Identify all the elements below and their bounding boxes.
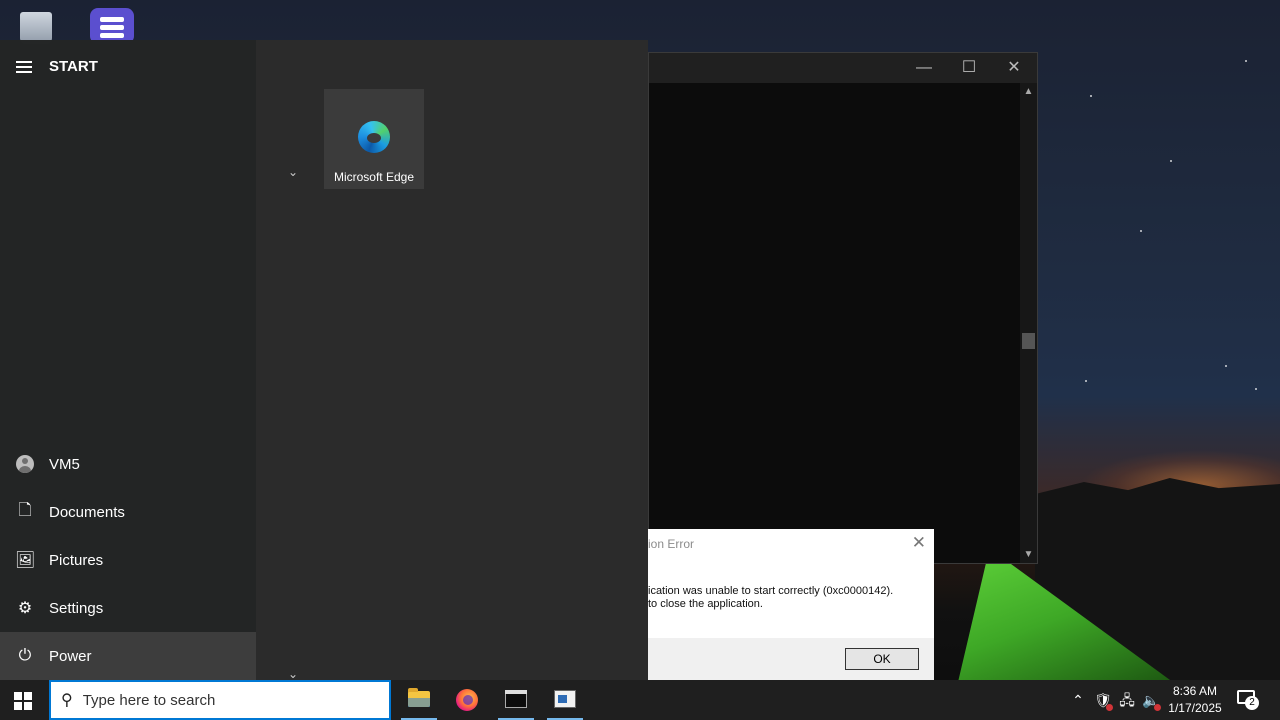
minimize-button[interactable]: — — [901, 53, 947, 83]
taskbar-terminal[interactable] — [492, 680, 540, 720]
hamburger-menu-icon[interactable] — [16, 60, 32, 73]
document-icon: 🗋 — [18, 501, 32, 519]
start-app-list — [256, 40, 648, 680]
notification-icon[interactable]: 2 — [1237, 690, 1259, 710]
star — [1085, 380, 1087, 382]
network-icon[interactable]: 🖧 — [1117, 680, 1137, 720]
windows-start-icon[interactable] — [14, 692, 32, 710]
firefox-icon — [456, 689, 478, 711]
dialog-title: ion Error — [648, 537, 695, 551]
sidebar-item-power[interactable]: ⏻ Power — [0, 632, 256, 680]
taskbar-clock[interactable]: 8:36 AM 1/17/2025 — [1162, 683, 1228, 717]
recycle-bin-icon[interactable] — [16, 6, 56, 44]
console-titlebar[interactable]: — ☐ ✕ — [649, 53, 1037, 83]
user-name: VM5 — [49, 455, 80, 473]
tile-label: Microsoft Edge — [333, 170, 415, 184]
close-button[interactable]: ✕ — [991, 53, 1037, 83]
clock-time: 8:36 AM — [1172, 684, 1218, 698]
start-menu: START VM5 🗋 Documents 🖼 Pictures ⚙ Setti… — [0, 40, 648, 681]
dialog-message-line: to close the application. — [648, 598, 763, 610]
ok-button[interactable]: OK — [845, 648, 919, 670]
star — [1090, 95, 1092, 97]
dialog-message-line: ication was unable to start correctly (0… — [648, 585, 894, 597]
volume-muted-icon[interactable]: 🔈 — [1141, 680, 1161, 720]
sidebar-item-pictures[interactable]: 🖼 Pictures — [0, 536, 256, 584]
scrollbar-thumb[interactable] — [1022, 333, 1035, 349]
star — [1255, 388, 1257, 390]
avatar — [16, 455, 34, 473]
maximize-button[interactable]: ☐ — [946, 53, 992, 83]
star — [1245, 60, 1247, 62]
console-scrollbar[interactable]: ▲ ▼ — [1020, 83, 1037, 563]
sidebar-item-label: Pictures — [49, 551, 104, 569]
sidebar-item-settings[interactable]: ⚙ Settings — [0, 584, 256, 632]
dialog-footer: OK — [648, 638, 934, 680]
sidebar-item-user[interactable]: VM5 — [0, 440, 256, 488]
console-window[interactable]: — ☐ ✕ ▲ ▼ — [648, 52, 1038, 564]
star — [1225, 365, 1227, 367]
folder-icon — [408, 688, 430, 707]
terminal-icon — [505, 690, 527, 708]
start-title: START — [49, 58, 98, 75]
taskbar-search-box[interactable]: ⚲ — [49, 680, 391, 720]
tile-microsoft-edge[interactable]: Microsoft Edge — [324, 89, 424, 189]
dialog-message: ication was unable to start correctly (0… — [648, 585, 893, 611]
gear-icon: ⚙ — [17, 600, 33, 617]
taskbar-firefox[interactable] — [443, 680, 491, 720]
clock-date: 1/17/2025 — [1168, 701, 1222, 715]
search-input[interactable] — [80, 690, 365, 710]
search-icon: ⚲ — [61, 692, 73, 709]
sidebar-item-label: Settings — [49, 599, 104, 617]
chevron-up-icon[interactable]: ⌃ — [1068, 680, 1088, 720]
error-dialog: ion Error ✕ ication was unable to start … — [648, 529, 934, 680]
sidebar-item-label: Power — [49, 647, 92, 665]
notification-count: 2 — [1245, 696, 1259, 710]
star — [1170, 160, 1172, 162]
pictures-icon: 🖼 — [15, 552, 36, 569]
taskbar-file-explorer[interactable] — [395, 680, 443, 720]
edge-icon — [358, 121, 390, 153]
start-menu-sidebar: START VM5 🗋 Documents 🖼 Pictures ⚙ Setti… — [0, 40, 256, 680]
start-header[interactable]: START — [16, 58, 98, 75]
scroll-down-arrow-icon[interactable]: ▼ — [1020, 549, 1037, 560]
power-icon: ⏻ — [18, 647, 32, 664]
sidebar-item-documents[interactable]: 🗋 Documents — [0, 488, 256, 536]
taskbar-app-window[interactable] — [541, 680, 589, 720]
sidebar-item-label: Documents — [49, 503, 125, 521]
scroll-up-arrow-icon[interactable]: ▲ — [1020, 86, 1037, 97]
security-icon[interactable]: 🛡 — [1093, 680, 1113, 720]
app-window-icon — [554, 690, 576, 708]
taskbar: ⚲ ⌃ 🛡 🖧 🔈 8:36 AM 1/17/2025 2 — [0, 680, 1280, 720]
chevron-down-icon[interactable]: ⌄ — [288, 165, 298, 179]
star — [1140, 230, 1142, 232]
chevron-down-icon[interactable]: ⌄ — [288, 667, 298, 681]
dialog-close-icon[interactable]: ✕ — [912, 533, 926, 553]
